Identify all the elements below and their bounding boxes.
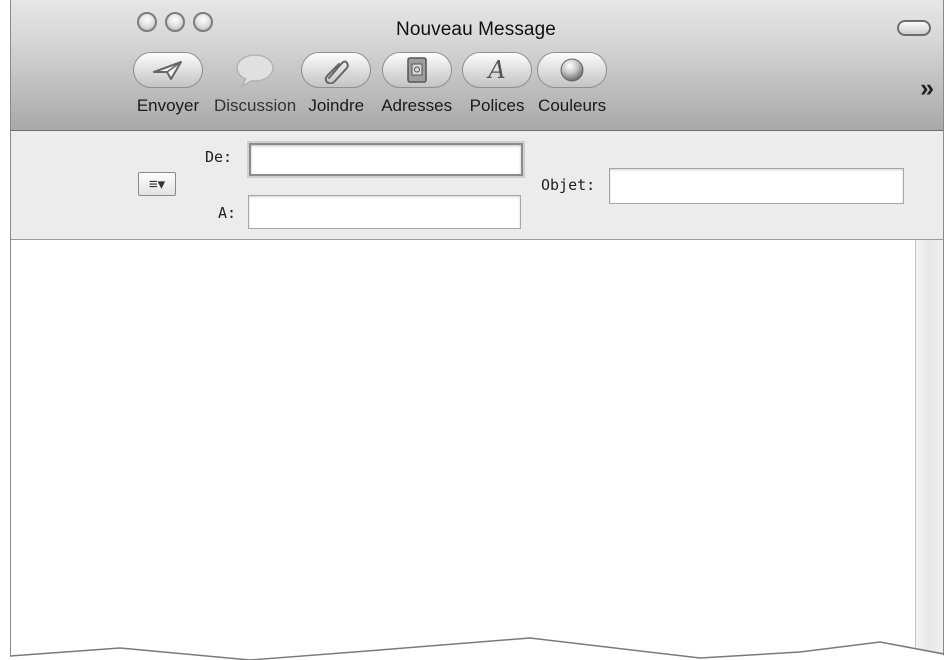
zoom-button[interactable] [193,12,213,32]
title-toolbar-bar: Nouveau Message Envoyer Discussion Joind… [11,0,943,131]
to-label: A: [218,204,237,222]
addresses-label: Adresses [381,96,453,115]
message-body[interactable] [11,240,943,660]
discussion-label: Discussion [214,96,297,115]
chat-bubble-icon [220,52,290,88]
fonts-button[interactable]: A Polices [462,52,533,116]
toolbar: Envoyer Discussion Joindre Adresses A Po… [133,52,608,116]
paperclip-icon [301,52,372,88]
close-button[interactable] [137,12,157,32]
compose-window: Nouveau Message Envoyer Discussion Joind… [10,0,944,660]
from-label: De: [205,148,233,166]
send-plane-icon [133,52,203,88]
torn-edge [0,637,947,660]
subject-field[interactable] [609,168,904,204]
send-label: Envoyer [136,96,200,115]
font-a-glyph: A [488,56,506,84]
addresses-button[interactable]: Adresses [381,52,452,116]
attach-button[interactable]: Joindre [301,52,372,116]
attach-label: Joindre [308,96,365,115]
colors-button[interactable]: Couleurs [537,52,608,116]
toolbar-overflow-button[interactable]: » [920,74,934,103]
scrollbar-track[interactable] [915,240,943,660]
to-field[interactable] [248,195,521,229]
color-sphere-icon [537,52,608,88]
address-book-icon [381,52,452,88]
double-chevron-icon: » [920,74,934,102]
font-a-icon: A [462,52,533,88]
discussion-button: Discussion [214,52,296,116]
fonts-label: Polices [469,96,525,115]
list-menu-icon: ≡▾ [148,176,166,193]
toolbar-toggle-button[interactable] [897,20,931,36]
send-button[interactable]: Envoyer [133,52,203,116]
subject-label: Objet: [541,176,596,194]
window-title: Nouveau Message [396,19,556,40]
minimize-button[interactable] [165,12,185,32]
message-header: ≡▾ De: A: Objet: [11,131,943,240]
account-menu-button[interactable]: ≡▾ [138,172,176,196]
from-field[interactable] [249,143,523,176]
colors-label: Couleurs [538,96,607,115]
window-controls [137,12,213,32]
